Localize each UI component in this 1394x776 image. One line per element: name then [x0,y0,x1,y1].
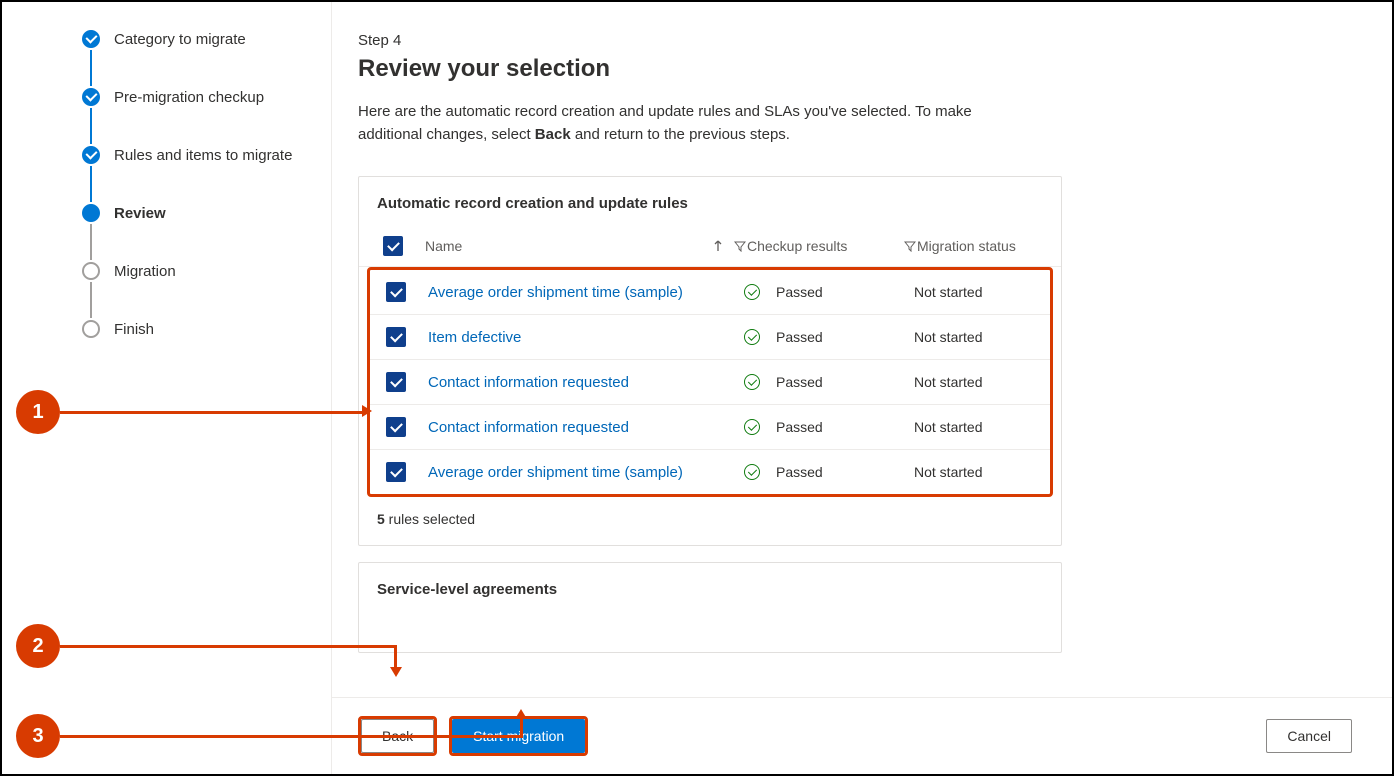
callout-line [60,645,396,648]
pass-icon [744,329,760,345]
row-checkbox[interactable] [386,372,406,392]
step-review[interactable]: Review [82,204,311,262]
step-label: Finish [114,321,154,338]
sla-panel: Service-level agreements [358,562,1062,653]
checkup-value: Passed [776,419,823,435]
callout-badge-1: 1 [16,390,60,434]
rules-panel-title: Automatic record creation and update rul… [359,177,1061,226]
callout-line [60,411,362,414]
select-all-checkbox[interactable] [383,236,403,256]
rules-rows-highlight: Average order shipment time (sample) Pas… [367,267,1053,497]
pass-icon [744,419,760,435]
check-icon [82,30,100,48]
step-number: Step 4 [358,32,1352,49]
connector [90,50,92,86]
step-rules[interactable]: Rules and items to migrate [82,146,311,204]
connector [90,224,92,260]
status-value: Not started [914,284,982,300]
connector [90,282,92,318]
pass-icon [744,464,760,480]
pass-icon [744,374,760,390]
col-status-header[interactable]: Migration status [917,238,1016,254]
sla-panel-title: Service-level agreements [359,563,1061,612]
callout-line [520,718,523,738]
filter-icon[interactable] [733,239,747,253]
selected-number: 5 [377,511,385,527]
arrow-right-icon [362,405,372,417]
table-row: Average order shipment time (sample) Pas… [370,270,1050,315]
dot-icon [82,204,100,222]
step-precheck[interactable]: Pre-migration checkup [82,88,311,146]
table-row: Average order shipment time (sample) Pas… [370,450,1050,494]
rule-link[interactable]: Average order shipment time (sample) [428,464,683,481]
table-row: Contact information requested Passed Not… [370,360,1050,405]
checkup-value: Passed [776,464,823,480]
pass-icon [744,284,760,300]
arrow-down-icon [390,667,402,677]
checkup-value: Passed [776,284,823,300]
checkup-value: Passed [776,374,823,390]
row-checkbox[interactable] [386,417,406,437]
status-value: Not started [914,329,982,345]
rule-link[interactable]: Contact information requested [428,419,629,436]
status-value: Not started [914,374,982,390]
row-checkbox[interactable] [386,327,406,347]
callout-badge-3: 3 [16,714,60,758]
cancel-button[interactable]: Cancel [1266,719,1352,753]
circle-icon [82,262,100,280]
check-icon [82,146,100,164]
status-value: Not started [914,419,982,435]
step-label: Category to migrate [114,31,246,48]
rules-panel: Automatic record creation and update rul… [358,176,1062,546]
step-category[interactable]: Category to migrate [82,30,311,88]
selected-count: 5 rules selected [359,497,1061,545]
checkup-value: Passed [776,329,823,345]
status-value: Not started [914,464,982,480]
table-row: Item defective Passed Not started [370,315,1050,360]
callout-line [394,645,397,669]
intro-bold: Back [535,126,571,143]
intro-text: Here are the automatic record creation a… [358,101,1038,146]
callout-line [60,735,522,738]
rule-link[interactable]: Item defective [428,329,521,346]
main-content: Step 4 Review your selection Here are th… [332,2,1392,774]
filter-icon[interactable] [903,239,917,253]
check-icon [82,88,100,106]
step-migration[interactable]: Migration [82,262,311,320]
intro-post: and return to the previous steps. [571,126,790,143]
step-label: Migration [114,263,176,280]
col-checkup-header[interactable]: Checkup results [747,238,847,254]
callout-badge-2: 2 [16,624,60,668]
step-label: Rules and items to migrate [114,147,292,164]
connector [90,108,92,144]
step-label: Review [114,205,166,222]
sort-asc-icon[interactable] [711,239,725,253]
col-name-header[interactable]: Name [425,238,462,254]
arrow-up-icon [515,709,527,719]
circle-icon [82,320,100,338]
rule-link[interactable]: Contact information requested [428,374,629,391]
step-label: Pre-migration checkup [114,89,264,106]
row-checkbox[interactable] [386,462,406,482]
table-header: Name Checkup results [359,226,1061,267]
connector [90,166,92,202]
row-checkbox[interactable] [386,282,406,302]
selected-label: rules selected [385,511,475,527]
rule-link[interactable]: Average order shipment time (sample) [428,284,683,301]
step-finish[interactable]: Finish [82,320,311,338]
page-title: Review your selection [358,55,1352,83]
rules-table: Name Checkup results [359,226,1061,497]
table-row: Contact information requested Passed Not… [370,405,1050,450]
